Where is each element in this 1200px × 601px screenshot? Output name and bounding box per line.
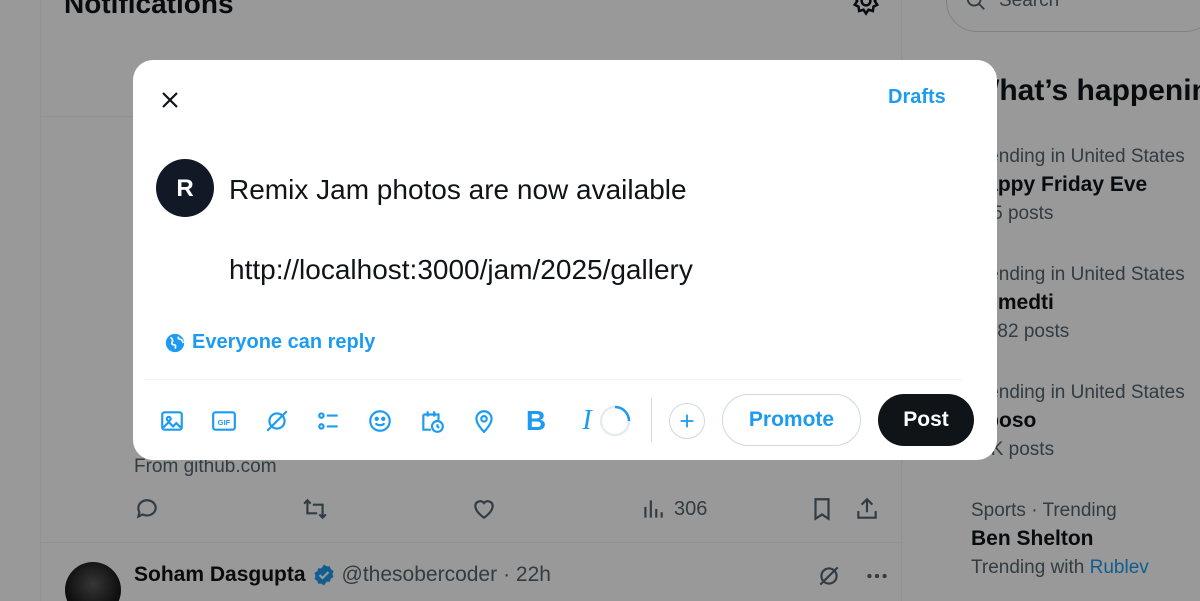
bold-button[interactable]: B: [518, 403, 554, 439]
schedule-button[interactable]: [414, 403, 450, 439]
remix-logo-icon: R: [176, 175, 193, 202]
character-count-ring: [599, 405, 631, 437]
media-button[interactable]: [154, 403, 190, 439]
plus-icon: [680, 414, 694, 428]
svg-text:GIF: GIF: [218, 418, 231, 427]
avatar-letter: R: [176, 175, 193, 202]
add-post-button[interactable]: [669, 403, 705, 439]
gif-button[interactable]: GIF: [206, 403, 242, 439]
emoji-button[interactable]: [362, 403, 398, 439]
image-icon: [161, 411, 183, 431]
location-icon: [475, 410, 493, 434]
close-button[interactable]: [150, 80, 190, 120]
reply-setting-button[interactable]: Everyone can reply: [164, 331, 375, 354]
compose-divider: [144, 379, 962, 380]
close-icon: [162, 92, 178, 108]
grok-button[interactable]: [259, 403, 295, 439]
globe-icon: [165, 333, 185, 352]
grok-icon: [266, 410, 288, 432]
poll-button[interactable]: [311, 403, 347, 439]
gif-icon: GIF: [212, 411, 236, 431]
post-button[interactable]: Post: [878, 394, 974, 446]
compose-avatar[interactable]: R: [156, 159, 214, 217]
promote-button[interactable]: Promote: [722, 394, 861, 446]
emoji-icon: [369, 410, 391, 432]
location-button[interactable]: [466, 403, 502, 439]
reply-setting-label: Everyone can reply: [192, 331, 376, 353]
drafts-button[interactable]: Drafts: [888, 86, 946, 109]
schedule-icon: [422, 411, 444, 433]
poll-icon: [318, 412, 338, 430]
italic-icon: I: [582, 405, 592, 436]
compose-textarea[interactable]: Remix Jam photos are now available http:…: [229, 170, 693, 290]
toolbar-separator: [651, 398, 652, 442]
bold-icon: B: [525, 405, 547, 436]
